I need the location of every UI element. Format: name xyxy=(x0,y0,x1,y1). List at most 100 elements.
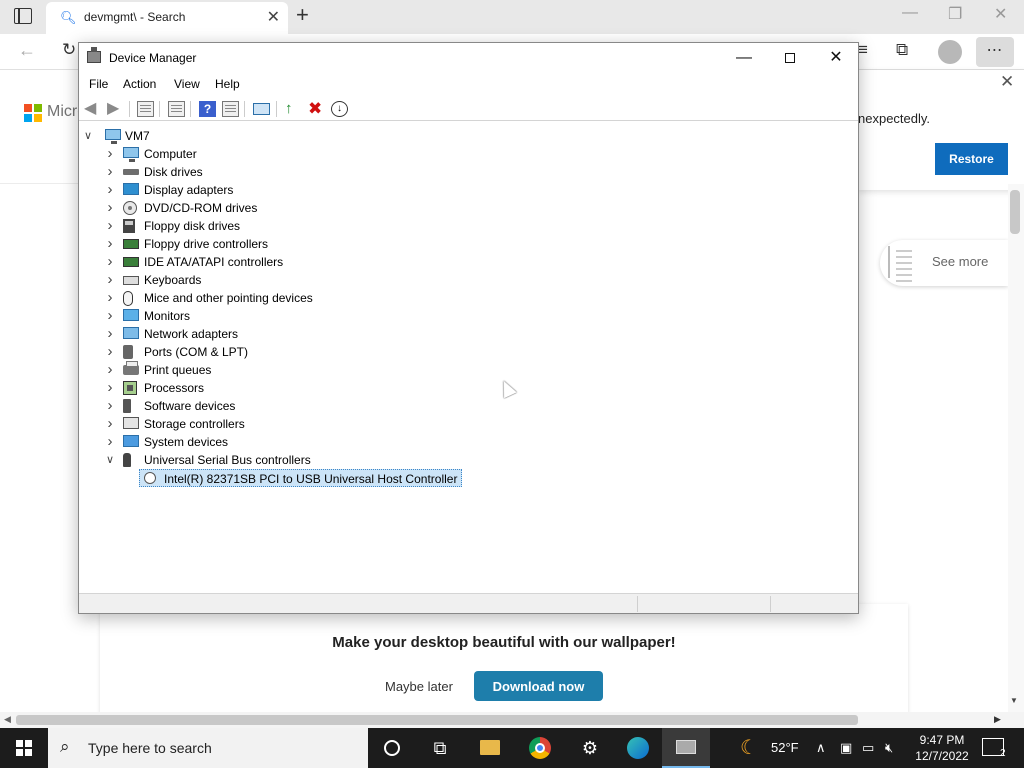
browser-minimize-button[interactable]: — xyxy=(902,4,918,22)
device-tree: ∨ VM7 › Computer › Disk drives › Display adap… xyxy=(79,127,858,593)
collapsed-chevron-icon[interactable]: › xyxy=(105,271,115,289)
minimize-button[interactable]: — xyxy=(721,47,767,69)
collections-icon[interactable]: ⧉ xyxy=(896,40,908,60)
usb-icon xyxy=(123,453,131,467)
menu-help[interactable]: Help xyxy=(215,77,240,91)
collapsed-chevron-icon[interactable]: › xyxy=(105,343,115,361)
maximize-button[interactable] xyxy=(767,47,813,69)
start-button[interactable] xyxy=(0,728,48,768)
collapsed-chevron-icon[interactable]: › xyxy=(105,289,115,307)
tree-label: DVD/CD-ROM drives xyxy=(144,201,258,215)
menu-action[interactable]: Action xyxy=(123,77,156,91)
disable-device-icon[interactable]: ↓ xyxy=(331,101,348,117)
collapsed-chevron-icon[interactable]: › xyxy=(105,433,115,451)
collapsed-chevron-icon[interactable]: › xyxy=(105,235,115,253)
horizontal-scroll-thumb[interactable] xyxy=(16,715,858,725)
gear-icon: ⚙ xyxy=(581,738,599,758)
cortana-button[interactable] xyxy=(368,728,416,768)
device-manager-icon xyxy=(676,740,696,754)
device-manager-titlebar[interactable]: Device Manager — ✕ xyxy=(79,43,858,73)
back-icon[interactable]: ◀ xyxy=(84,101,101,117)
collapsed-chevron-icon[interactable]: › xyxy=(105,163,115,181)
expanded-chevron-icon[interactable]: ∨ xyxy=(83,127,93,145)
close-notification-icon[interactable]: ✕ xyxy=(1000,72,1014,92)
help-icon[interactable]: ? xyxy=(199,101,216,117)
usb-host-controller-item[interactable]: Intel(R) 82371SB PCI to USB Universal Ho… xyxy=(139,469,463,487)
tree-label: Ports (COM & LPT) xyxy=(144,345,249,359)
collapsed-chevron-icon[interactable]: › xyxy=(105,217,115,235)
download-now-button[interactable]: Download now xyxy=(474,671,603,701)
scroll-right-arrow-icon[interactable]: ▶ xyxy=(994,714,1001,725)
floppy-controller-icon xyxy=(123,239,139,249)
collapsed-chevron-icon[interactable]: › xyxy=(105,415,115,433)
restore-button[interactable]: Restore xyxy=(935,143,1008,175)
expanded-chevron-icon[interactable]: ∨ xyxy=(105,451,115,469)
tab-actions-icon[interactable] xyxy=(14,8,32,24)
collapsed-chevron-icon[interactable]: › xyxy=(105,307,115,325)
scan-hardware-icon[interactable] xyxy=(253,103,270,115)
collapsed-chevron-icon[interactable]: › xyxy=(105,361,115,379)
device-manager-window: Device Manager — ✕ File Action View Help… xyxy=(78,42,859,614)
edge-icon xyxy=(627,737,649,759)
show-hide-console-tree-icon[interactable] xyxy=(137,101,154,117)
maybe-later-link[interactable]: Maybe later xyxy=(385,679,453,694)
see-more-label: See more xyxy=(932,254,989,269)
scroll-left-arrow-icon[interactable]: ◀ xyxy=(4,714,11,725)
tree-label: Computer xyxy=(144,147,197,161)
device-manager-taskbar-button[interactable] xyxy=(662,728,710,768)
file-explorer-button[interactable] xyxy=(466,728,514,768)
edge-button[interactable] xyxy=(614,728,662,768)
collapsed-chevron-icon[interactable]: › xyxy=(105,397,115,415)
profile-avatar[interactable] xyxy=(938,40,962,64)
disk-drive-icon xyxy=(123,169,139,175)
new-tab-button[interactable]: + xyxy=(296,2,309,28)
browser-tab[interactable]: 🔍︎ devmgmt\ - Search ✕ xyxy=(46,2,288,34)
taskbar-search[interactable]: ⌕ Type here to search xyxy=(48,728,368,768)
show-hidden-icons-chevron-icon[interactable]: ∧ xyxy=(816,728,826,768)
display-adapter-icon xyxy=(123,183,139,195)
meet-now-icon[interactable]: ▣ xyxy=(840,728,852,768)
menu-view[interactable]: View xyxy=(174,77,200,91)
scroll-down-arrow-icon[interactable]: ▼ xyxy=(1010,696,1018,705)
forward-icon[interactable]: ▶ xyxy=(107,101,124,117)
update-driver-icon[interactable]: ↑ xyxy=(285,101,302,117)
volume-muted-icon[interactable]: 🔇︎ xyxy=(885,728,893,768)
network-icon[interactable]: ▭ xyxy=(862,728,874,768)
collapsed-chevron-icon[interactable]: › xyxy=(105,325,115,343)
tree-label: Floppy disk drives xyxy=(144,219,241,233)
task-view-icon: ⧉ xyxy=(433,738,447,758)
clock[interactable]: 9:47 PM 12/7/2022 xyxy=(912,732,972,764)
browser-restore-button[interactable]: ❐ xyxy=(948,4,962,24)
refresh-icon[interactable]: ↻ xyxy=(62,40,76,60)
microsoft-logo xyxy=(24,104,42,122)
see-more-button[interactable]: See more xyxy=(880,240,1008,286)
tree-label: Monitors xyxy=(144,309,191,323)
uninstall-device-icon[interactable]: ✖ xyxy=(308,100,325,117)
collapsed-chevron-icon[interactable]: › xyxy=(105,379,115,397)
vertical-scroll-thumb[interactable] xyxy=(1010,190,1020,234)
close-tab-icon[interactable]: ✕ xyxy=(267,7,280,27)
collapsed-chevron-icon[interactable]: › xyxy=(105,145,115,163)
wallpaper-title: Make your desktop beautiful with our wal… xyxy=(332,634,676,651)
close-button[interactable]: ✕ xyxy=(813,47,859,69)
weather-temperature[interactable]: 52°F xyxy=(771,728,799,768)
properties-icon[interactable] xyxy=(168,101,185,117)
browser-close-button[interactable]: ✕ xyxy=(994,4,1007,24)
collapsed-chevron-icon[interactable]: › xyxy=(105,181,115,199)
settings-more-button[interactable]: ⋯ xyxy=(976,37,1014,67)
back-arrow-icon[interactable]: ← xyxy=(18,40,36,61)
task-view-button[interactable]: ⧉ xyxy=(416,728,464,768)
tree-label: Display adapters xyxy=(144,183,234,197)
tab-title: devmgmt\ - Search xyxy=(84,10,186,24)
weather-moon-icon[interactable]: ☾ xyxy=(740,728,758,768)
menu-file[interactable]: File xyxy=(89,77,108,91)
reading-list-icon[interactable]: ≡ xyxy=(858,40,868,60)
vertical-scrollbar[interactable] xyxy=(1008,184,1024,712)
action-pane-icon[interactable] xyxy=(222,101,239,117)
port-icon xyxy=(123,345,133,359)
menu-bar: File Action View Help xyxy=(79,73,858,97)
collapsed-chevron-icon[interactable]: › xyxy=(105,199,115,217)
collapsed-chevron-icon[interactable]: › xyxy=(105,253,115,271)
chrome-button[interactable] xyxy=(516,728,564,768)
settings-button[interactable]: ⚙ xyxy=(566,728,614,768)
